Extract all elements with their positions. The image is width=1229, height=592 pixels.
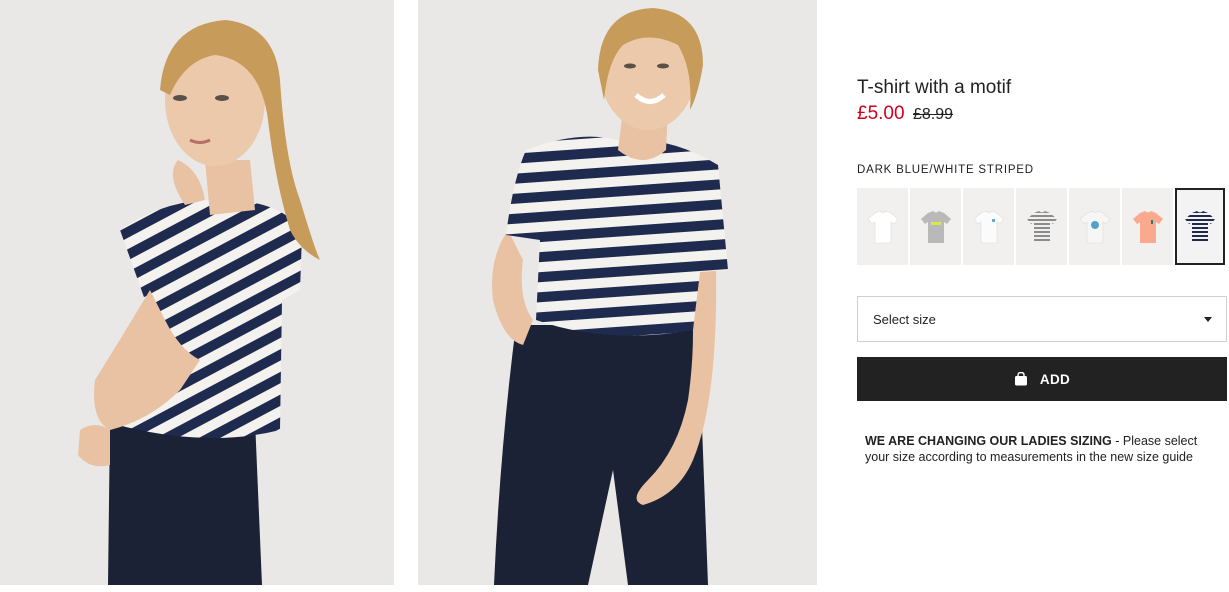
tshirt-icon [1132, 210, 1163, 243]
add-button-label: ADD [1039, 371, 1071, 387]
shopping-bag-icon [1014, 372, 1027, 386]
selected-color-name: DARK BLUE/WHITE STRIPED [857, 164, 1034, 176]
swatch-grey-striped[interactable] [1016, 188, 1067, 265]
color-swatches [857, 188, 1227, 265]
price-row: £5.00 £8.99 [857, 103, 953, 125]
swatch-grey-print[interactable] [910, 188, 961, 265]
model-side-image [0, 0, 394, 585]
swatch-white-print[interactable] [963, 188, 1014, 265]
tshirt-icon [920, 210, 951, 243]
tshirt-icon [1185, 210, 1215, 243]
product-title: T-shirt with a motif [857, 77, 1012, 98]
sizing-notice-heading: WE ARE CHANGING OUR LADIES SIZING [865, 434, 1112, 448]
swatch-white-floral[interactable] [1069, 188, 1120, 265]
size-select-label: Select size [873, 311, 936, 327]
add-to-bag-button[interactable]: ADD [857, 357, 1227, 401]
tshirt-icon [1079, 210, 1110, 243]
chevron-down-icon [1204, 316, 1212, 322]
product-info-panel: T-shirt with a motif £5.00 £8.99 DARK BL… [857, 0, 1229, 592]
tshirt-icon [973, 210, 1004, 243]
original-price: £8.99 [913, 106, 954, 123]
sale-price: £5.00 [857, 103, 905, 124]
swatch-dark-blue-white-striped[interactable] [1175, 188, 1225, 265]
tshirt-icon [867, 210, 898, 243]
size-select[interactable]: Select size [857, 296, 1227, 342]
tshirt-icon [1026, 210, 1057, 243]
model-front-image [418, 0, 817, 585]
product-photo-front[interactable] [418, 0, 817, 585]
sizing-notice: WE ARE CHANGING OUR LADIES SIZING - Plea… [865, 433, 1215, 465]
swatch-white[interactable] [857, 188, 908, 265]
product-photo-side[interactable] [0, 0, 394, 585]
swatch-peach[interactable] [1122, 188, 1173, 265]
